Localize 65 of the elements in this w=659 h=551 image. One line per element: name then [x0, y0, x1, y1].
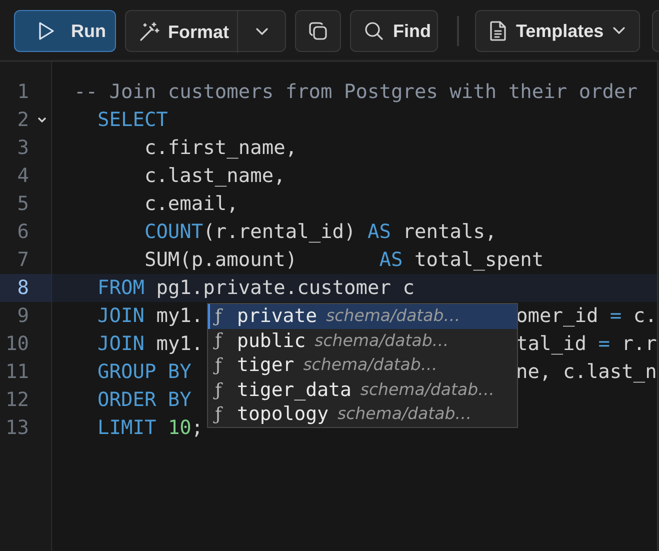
code-text: my1. [156, 304, 204, 327]
line-number: 12 [6, 387, 29, 413]
code-operator: = [610, 304, 622, 327]
autocomplete-item[interactable]: ƒ topology schema/datab… [208, 402, 517, 427]
find-button[interactable]: Find [350, 10, 438, 52]
line-number: 5 [17, 191, 29, 217]
code-keyword: AS [379, 248, 403, 271]
code-keyword: LIMIT [97, 416, 158, 439]
code-text: ; [191, 416, 204, 439]
code-text: c. [633, 304, 657, 327]
autocomplete-item[interactable]: ƒ tiger schema/datab… [208, 353, 517, 378]
code-comment: -- Join customers from Postgres with their order [74, 80, 638, 103]
code-text: rentals, [402, 220, 497, 243]
line-number: 8 [17, 275, 29, 301]
function-icon: ƒ [215, 376, 237, 404]
code-text: r.r [622, 332, 657, 355]
magic-wand-icon [138, 21, 160, 43]
autocomplete-item[interactable]: ƒ private schema/datab… [208, 304, 517, 329]
search-icon [363, 20, 385, 42]
code-keyword: JOIN [97, 304, 144, 327]
code-number: 10 [168, 416, 192, 439]
caret-icon [612, 26, 626, 36]
code-text: c.first_name, [144, 136, 298, 159]
line-number: 4 [17, 163, 29, 189]
line-number: 11 [6, 359, 29, 385]
code-keyword: SELECT [97, 108, 168, 131]
line-number: 7 [17, 247, 29, 273]
code-text: (r.rental_id) [203, 220, 357, 243]
function-icon: ƒ [215, 401, 237, 428]
function-icon: ƒ [215, 352, 237, 379]
code-keyword: FROM [97, 276, 144, 299]
line-number: 10 [6, 331, 29, 357]
code-keyword: COUNT [144, 220, 204, 243]
code-text: ne, c.last_n [516, 360, 657, 383]
code-text: tal_id [516, 332, 588, 355]
code-keyword: AS [368, 220, 392, 243]
code-text: pg1.private.customer c [156, 276, 414, 299]
templates-dropdown[interactable]: Templates [475, 10, 640, 52]
line-number: 9 [17, 303, 29, 329]
code-keyword: GROUP BY [97, 360, 192, 383]
copy-button[interactable] [295, 10, 341, 52]
code-text: my1. [156, 332, 204, 355]
run-button[interactable]: Run [14, 10, 116, 52]
function-icon: ƒ [215, 327, 237, 354]
code-text: c.email, [144, 192, 238, 215]
fold-caret-icon[interactable] [37, 116, 47, 124]
autocomplete-item[interactable]: ƒ public schema/datab… [208, 328, 517, 354]
line-number: 2 [17, 107, 29, 133]
code-text: omer_id [516, 304, 600, 327]
code-operator: = [598, 332, 610, 355]
line-number: 6 [17, 219, 29, 245]
function-icon: ƒ [215, 302, 237, 330]
format-button[interactable]: Format [126, 11, 237, 53]
copy-icon [307, 20, 329, 42]
code-text: c.last_name, [144, 164, 286, 187]
line-number: 1 [17, 79, 29, 105]
caret-icon [254, 27, 268, 37]
document-icon [488, 20, 508, 42]
code-keyword: JOIN [97, 332, 144, 355]
line-number: 13 [6, 415, 29, 441]
code-keyword: ORDER BY [97, 388, 192, 411]
line-number: 3 [17, 135, 29, 161]
autocomplete-item[interactable]: ƒ tiger_data schema/datab… [208, 378, 517, 402]
code-text: SUM(p.amount) [144, 248, 298, 271]
code-text: total_spent [414, 248, 544, 271]
